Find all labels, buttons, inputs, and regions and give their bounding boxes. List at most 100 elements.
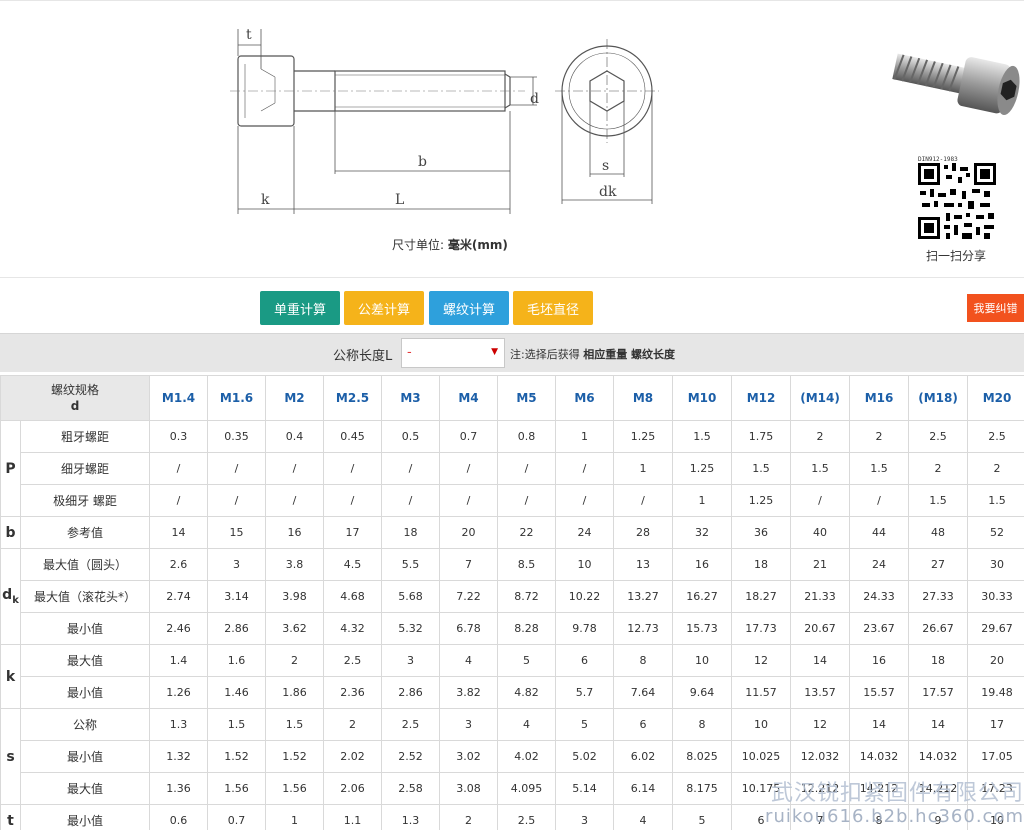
column-header: M2	[265, 375, 325, 421]
screw-technical-drawing: t d b k L s dk	[230, 27, 659, 214]
label-t: t	[246, 27, 252, 43]
table-cell: 12.032	[790, 740, 851, 773]
table-cell: 19.48	[967, 676, 1024, 709]
table-cell: 12	[790, 708, 851, 741]
column-header: M8	[613, 375, 674, 421]
blank-diameter-button[interactable]: 毛坯直径	[513, 291, 593, 325]
column-header: (M14)	[790, 375, 851, 421]
row-label: 参考值	[19, 516, 151, 549]
table-cell: 0.5	[381, 420, 441, 453]
table-cell: 4.32	[323, 612, 383, 645]
table-cell: 8.28	[497, 612, 557, 645]
table-cell: 2	[908, 452, 969, 485]
table-cell: 2.5	[908, 420, 969, 453]
table-cell: 1.4	[149, 644, 209, 677]
table-cell: 2.06	[323, 772, 383, 805]
table-cell: 5.68	[381, 580, 441, 613]
table-cell: 2	[265, 644, 325, 677]
table-cell: 3	[439, 708, 499, 741]
table-cell: 8	[613, 644, 674, 677]
tolerance-button[interactable]: 公差计算	[344, 291, 424, 325]
table-cell: 12.73	[613, 612, 674, 645]
table-row: 最小值 1.32 1.52 1.52 2.02 2.52 3.02 4.02 5.02 6.02 8…	[1, 740, 1024, 773]
table-cell: 1	[613, 452, 674, 485]
table-cell: 11.57	[731, 676, 792, 709]
group-symbol: dk	[0, 548, 21, 645]
table-row: k 最大值 1.4 1.6 2 2.5 3 4 5 6 8 10 12 14 16 18 20	[0, 644, 1024, 709]
table-cell: 14	[849, 708, 910, 741]
table-cell: 1.5	[967, 484, 1024, 517]
table-cell: 2.46	[149, 612, 209, 645]
column-header: M16	[849, 375, 910, 421]
table-cell: 2.52	[381, 740, 441, 773]
table-cell: /	[381, 484, 441, 517]
table-cell: 16	[849, 644, 910, 677]
group-symbol-main: t	[7, 812, 14, 829]
table-cell: 13.27	[613, 580, 674, 613]
table-cell: 4.82	[497, 676, 557, 709]
qr-caption: 扫一扫分享	[926, 249, 987, 263]
table-cell: 3.98	[265, 580, 325, 613]
table-cell: 2.86	[207, 612, 267, 645]
table-cell: 8.5	[497, 548, 557, 581]
table-cell: 52	[967, 516, 1024, 549]
table-cell: 36	[731, 516, 792, 549]
table-cell: 18	[731, 548, 792, 581]
row-label: 最大值（滚花头*）	[19, 580, 151, 613]
group-symbol-main: d	[2, 587, 13, 604]
table-cell: 1.56	[207, 772, 267, 805]
length-select[interactable]: - ▼	[401, 338, 505, 368]
table-cell: 16	[265, 516, 325, 549]
table-cell: 8	[672, 708, 733, 741]
table-cell: 6.02	[613, 740, 674, 773]
table-cell: 10.025	[731, 740, 792, 773]
table-cell: 30	[967, 548, 1024, 581]
column-header: M12	[731, 375, 792, 421]
table-cell: 1.6	[207, 644, 267, 677]
table-cell: 7	[439, 548, 499, 581]
unit-weight-button[interactable]: 单重计算	[260, 291, 340, 325]
table-cell: 1.86	[265, 676, 325, 709]
table-cell: /	[265, 452, 325, 485]
table-cell: 3.08	[439, 772, 499, 805]
column-header: M5	[497, 375, 557, 421]
table-cell: /	[613, 484, 674, 517]
table-cell: 0.6	[149, 804, 209, 830]
unit-caption-prefix: 尺寸单位:	[392, 238, 445, 252]
table-cell: 24.33	[849, 580, 910, 613]
report-error-button[interactable]: 我要纠错	[967, 294, 1024, 322]
thread-calc-button[interactable]: 螺纹计算	[429, 291, 509, 325]
group-symbol: P	[0, 420, 21, 517]
table-cell: 17.05	[967, 740, 1024, 773]
table-cell: 17	[967, 708, 1024, 741]
table-cell: 14	[149, 516, 209, 549]
column-header: M2.5	[323, 375, 383, 421]
spec-table: 螺纹规格 d M1.4 M1.6 M2 M2.5 M3 M4 M5 M6 M8 M10 M12 (M1…	[0, 375, 1024, 830]
table-cell: 1.75	[731, 420, 792, 453]
table-cell: 7.64	[613, 676, 674, 709]
table-cell: 2	[323, 708, 383, 741]
group-symbol: s	[0, 708, 21, 805]
table-cell: 3.62	[265, 612, 325, 645]
table-cell: 13.57	[790, 676, 851, 709]
label-d: d	[530, 91, 539, 107]
table-row: 最小值 2.46 2.86 3.62 4.32 5.32 6.78 8.28 9.78 12.73…	[1, 612, 1024, 645]
table-cell: 18	[908, 644, 969, 677]
table-cell: 20.67	[790, 612, 851, 645]
label-L: L	[395, 192, 404, 208]
group-symbol-main: s	[6, 748, 15, 765]
table-cell: 0.3	[149, 420, 209, 453]
table-cell: 1	[555, 420, 615, 453]
table-cell: 2.74	[149, 580, 209, 613]
table-cell: 15.57	[849, 676, 910, 709]
table-cell: 1	[265, 804, 325, 830]
table-cell: 17.73	[731, 612, 792, 645]
column-header: M3	[381, 375, 441, 421]
table-cell: 1.26	[149, 676, 209, 709]
column-header: M1.4	[149, 375, 209, 421]
table-cell: 30.33	[967, 580, 1024, 613]
table-cell: 1.36	[149, 772, 209, 805]
row-label: 最大值	[19, 772, 151, 805]
table-cell: /	[323, 452, 383, 485]
column-header: (M18)	[908, 375, 969, 421]
